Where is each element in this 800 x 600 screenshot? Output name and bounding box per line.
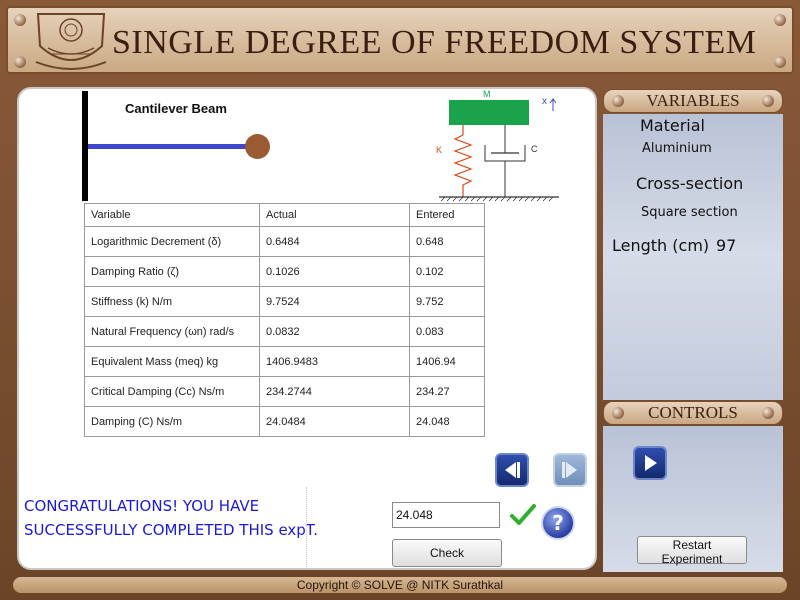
prev-button[interactable] <box>495 453 529 487</box>
success-message-line2: SUCCESSFULLY COMPLETED THIS expT. <box>24 521 318 539</box>
table-cell-variable: Damping (C) Ns/m <box>84 406 260 437</box>
controls-header: CONTROLS <box>603 401 783 425</box>
table-cell-entered: 0.102 <box>409 256 485 287</box>
controls-heading: CONTROLS <box>648 403 738 422</box>
next-icon <box>562 462 577 478</box>
beam-mass <box>245 134 270 159</box>
table-cell-variable: Critical Damping (Cc) Ns/m <box>84 376 260 407</box>
material-label: Material <box>640 116 705 135</box>
axis-label: x <box>542 96 547 107</box>
table-header: Variable <box>84 203 260 227</box>
table-cell-entered: 1406.94 <box>409 346 485 377</box>
variables-panel <box>603 114 783 400</box>
play-icon <box>645 455 657 471</box>
table-cell-actual: 0.1026 <box>259 256 410 287</box>
table-cell-actual: 9.7524 <box>259 286 410 317</box>
page-title: SINGLE DEGREE OF FREEDOM SYSTEM <box>112 24 757 61</box>
length-value: 97 <box>716 236 737 255</box>
table-row: Stiffness (k) N/m 9.7524 9.752 <box>84 286 485 317</box>
cross-section-value: Square section <box>641 205 738 220</box>
table-cell-entered: 0.648 <box>409 226 485 257</box>
table-header-row: Variable Actual Entered <box>84 203 485 227</box>
table-row: Logarithmic Decrement (δ) 0.6484 0.648 <box>84 226 485 257</box>
rivet-decoration <box>14 14 26 26</box>
spring-mass-damper-diagram: M x K C <box>436 89 559 202</box>
beam <box>88 144 258 149</box>
mass-label: M <box>483 89 491 99</box>
success-message: CONGRATULATIONS! YOU HAVE SUCCESSFULLY C… <box>24 494 318 542</box>
table-cell-actual: 0.0832 <box>259 316 410 347</box>
table-cell-entered: 9.752 <box>409 286 485 317</box>
table-cell-variable: Stiffness (k) N/m <box>84 286 260 317</box>
table-row: Equivalent Mass (meq) kg 1406.9483 1406.… <box>84 346 485 377</box>
results-table: Variable Actual Entered Logarithmic Decr… <box>84 203 485 437</box>
rivet-decoration <box>14 56 26 68</box>
material-value: Aluminium <box>642 141 712 156</box>
table-cell-actual: 0.6484 <box>259 226 410 257</box>
next-button-disabled[interactable] <box>553 453 587 487</box>
header-bar: SINGLE DEGREE OF FREEDOM SYSTEM <box>6 6 794 74</box>
logo-emblem <box>35 13 107 70</box>
table-row: Damping Ratio (ζ) 0.1026 0.102 <box>84 256 485 287</box>
table-cell-variable: Equivalent Mass (meq) kg <box>84 346 260 377</box>
table-cell-actual: 234.2744 <box>259 376 410 407</box>
help-icon[interactable]: ? <box>541 506 575 540</box>
damper-label: C <box>531 144 538 154</box>
answer-input[interactable] <box>392 502 500 528</box>
table-cell-variable: Natural Frequency (ωn) rad/s <box>84 316 260 347</box>
rivet-decoration <box>774 14 786 26</box>
divider <box>306 487 307 567</box>
table-cell-actual: 24.0484 <box>259 406 410 437</box>
table-cell-actual: 1406.9483 <box>259 346 410 377</box>
play-button[interactable] <box>633 446 667 480</box>
variables-heading: VARIABLES <box>646 91 740 110</box>
spring-label: K <box>436 145 442 155</box>
table-cell-entered: 0.083 <box>409 316 485 347</box>
mass-block <box>449 100 529 125</box>
table-cell-entered: 24.048 <box>409 406 485 437</box>
success-message-line1: CONGRATULATIONS! YOU HAVE <box>24 497 260 515</box>
cross-section-label: Cross-section <box>636 174 744 193</box>
prev-icon <box>505 462 520 478</box>
table-cell-entered: 234.27 <box>409 376 485 407</box>
table-row: Damping (C) Ns/m 24.0484 24.048 <box>84 406 485 437</box>
table-header: Actual <box>259 203 410 227</box>
table-row: Critical Damping (Cc) Ns/m 234.2744 234.… <box>84 376 485 407</box>
restart-experiment-button[interactable]: Restart Experiment <box>637 536 747 566</box>
rivet-decoration <box>774 56 786 68</box>
check-button[interactable]: Check <box>392 539 502 567</box>
footer: Copyright © SOLVE @ NITK Surathkal <box>12 576 788 594</box>
checkmark-icon <box>510 504 536 525</box>
table-cell-variable: Damping Ratio (ζ) <box>84 256 260 287</box>
table-header: Entered <box>409 203 485 227</box>
table-row: Natural Frequency (ωn) rad/s 0.0832 0.08… <box>84 316 485 347</box>
beam-label: Cantilever Beam <box>125 101 227 116</box>
footer-text: Copyright © SOLVE @ NITK Surathkal <box>296 578 504 592</box>
length-label: Length (cm) <box>612 236 710 255</box>
variables-header: VARIABLES <box>603 89 783 113</box>
spring <box>453 134 473 197</box>
table-cell-variable: Logarithmic Decrement (δ) <box>84 226 260 257</box>
